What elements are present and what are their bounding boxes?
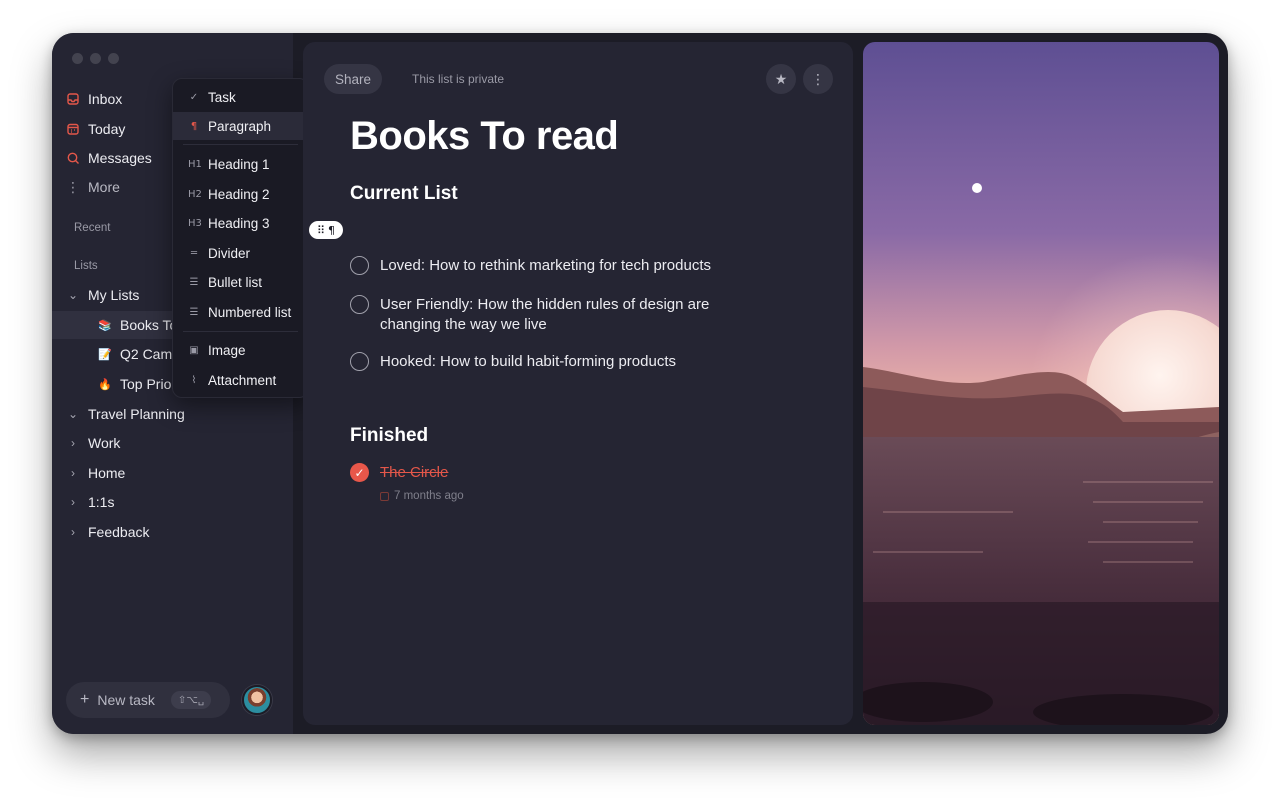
heading-1-icon: H1	[188, 158, 202, 170]
fire-icon: 🔥	[98, 378, 112, 391]
task-meta: 7 months ago	[380, 490, 464, 502]
finished-heading[interactable]: Finished	[350, 425, 428, 447]
task-text[interactable]: User Friendly: How the hidden rules of d…	[380, 295, 750, 335]
attachment-icon: ⌇	[191, 374, 197, 386]
menu-item-numbered-list[interactable]: ☰ Numbered list	[173, 298, 308, 326]
lists-section-label: Lists	[74, 260, 98, 272]
star-button[interactable]: ★	[766, 64, 796, 94]
window-controls	[72, 53, 119, 64]
menu-item-divider[interactable]: ═ Divider	[173, 239, 308, 267]
task-text[interactable]: Loved: How to rethink marketing for tech…	[380, 256, 711, 276]
sidebar-item-more[interactable]: ⋮ More	[66, 175, 120, 199]
sidebar-item-my-lists[interactable]: ⌄ My Lists	[66, 282, 139, 308]
menu-item-heading-1[interactable]: H1 Heading 1	[173, 150, 308, 178]
task-checkbox[interactable]	[350, 352, 369, 371]
menu-item-paragraph[interactable]: ¶ Paragraph	[173, 112, 308, 140]
task-text[interactable]: The Circle	[380, 463, 448, 483]
task-item[interactable]: Loved: How to rethink marketing for tech…	[350, 256, 750, 276]
heading-3-icon: H3	[188, 217, 202, 229]
drag-grip-icon: ⠿	[316, 223, 326, 237]
heading-2-icon: H2	[188, 188, 202, 200]
chevron-down-icon: ⌄	[67, 288, 79, 302]
inbox-icon	[66, 92, 80, 106]
sidebar-item-today[interactable]: Today	[66, 117, 125, 141]
minimize-window-button[interactable]	[90, 53, 101, 64]
menu-item-task[interactable]: ✓ Task	[173, 83, 308, 111]
numbered-list-icon: ☰	[189, 306, 199, 318]
privacy-status: This list is private	[412, 72, 505, 86]
menu-divider	[183, 144, 298, 145]
more-options-button[interactable]: ⋮	[803, 64, 833, 94]
star-icon: ★	[774, 70, 788, 87]
menu-item-heading-2[interactable]: H2 Heading 2	[173, 180, 308, 208]
finished-task-item[interactable]: ✓ The Circle	[350, 463, 448, 483]
chevron-right-icon: ›	[71, 495, 75, 509]
paragraph-icon: ¶	[328, 223, 336, 237]
checked-checkbox[interactable]: ✓	[350, 463, 369, 482]
current-list-heading[interactable]: Current List	[350, 183, 458, 205]
menu-divider	[183, 331, 298, 332]
menu-item-heading-3[interactable]: H3 Heading 3	[173, 209, 308, 237]
cover-image	[863, 42, 1219, 725]
memo-icon: 📝	[98, 348, 112, 361]
document-panel: Share This list is private ★ ⋮ Books To …	[303, 42, 853, 725]
more-vertical-icon: ⋮	[66, 178, 80, 195]
chat-icon	[66, 151, 80, 165]
sidebar-item-work[interactable]: › Work	[66, 430, 120, 456]
bullet-list-icon: ☰	[189, 276, 199, 288]
chevron-right-icon: ›	[71, 525, 75, 539]
page-title[interactable]: Books To read	[350, 114, 619, 159]
task-checkbox[interactable]	[350, 295, 369, 314]
image-icon: ▣	[189, 344, 199, 356]
recent-section-label: Recent	[74, 222, 111, 234]
calendar-icon	[66, 122, 80, 136]
zoom-window-button[interactable]	[108, 53, 119, 64]
menu-item-attachment[interactable]: ⌇ Attachment	[173, 366, 308, 394]
check-icon: ✓	[189, 91, 199, 103]
shortcut-badge: ⇧⌥␣	[170, 691, 212, 709]
task-item[interactable]: User Friendly: How the hidden rules of d…	[350, 295, 750, 335]
chevron-right-icon: ›	[71, 466, 75, 480]
menu-item-image[interactable]: ▣ Image	[173, 336, 308, 364]
sidebar-item-travel-planning[interactable]: ⌄ Travel Planning	[66, 401, 185, 427]
task-item[interactable]: Hooked: How to build habit-forming produ…	[350, 352, 750, 372]
plus-icon: +	[80, 691, 90, 708]
sidebar-item-1on1s[interactable]: › 1:1s	[66, 489, 114, 515]
calendar-icon	[380, 491, 389, 501]
avatar[interactable]	[242, 685, 272, 715]
close-window-button[interactable]	[72, 53, 83, 64]
sidebar-item-home[interactable]: › Home	[66, 460, 125, 486]
menu-item-bullet-list[interactable]: ☰ Bullet list	[173, 268, 308, 296]
divider-icon: ═	[190, 247, 198, 259]
sidebar-item-feedback[interactable]: › Feedback	[66, 519, 149, 545]
more-vertical-icon: ⋮	[811, 70, 825, 87]
books-icon: 📚	[98, 319, 112, 332]
block-drag-handle[interactable]: ⠿ ¶	[309, 221, 343, 239]
task-checkbox[interactable]	[350, 256, 369, 275]
chevron-down-icon: ⌄	[67, 407, 79, 421]
app-window: Inbox Today Messages ⋮ More Recent Lists…	[52, 33, 1228, 734]
task-text[interactable]: Hooked: How to build habit-forming produ…	[380, 352, 676, 372]
paragraph-icon: ¶	[190, 120, 198, 132]
block-type-menu: ✓ Task ¶ Paragraph H1 Heading 1 H2 Headi…	[172, 78, 309, 398]
new-task-button[interactable]: + New task ⇧⌥␣	[66, 682, 230, 718]
sidebar-item-messages[interactable]: Messages	[66, 146, 152, 170]
sidebar-item-inbox[interactable]: Inbox	[66, 87, 122, 111]
share-button[interactable]: Share	[324, 64, 382, 94]
chevron-right-icon: ›	[71, 436, 75, 450]
